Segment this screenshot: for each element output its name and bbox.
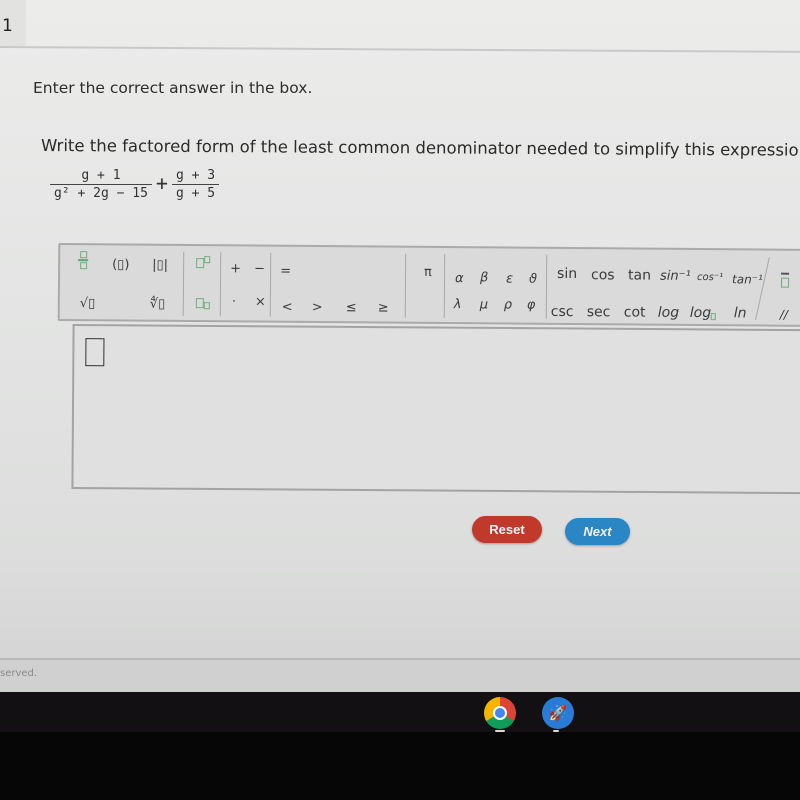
cos-button[interactable]: cos — [591, 267, 615, 283]
fraction-2: g + 3 g + 5 — [171, 168, 220, 201]
parentheses-button[interactable]: (▯) — [112, 257, 129, 272]
times-button[interactable]: × — [255, 295, 266, 310]
arccos-button[interactable]: cos⁻¹ — [697, 272, 723, 283]
toolbar-divider — [443, 254, 446, 319]
plus-button[interactable]: + — [230, 261, 241, 276]
alpha-button[interactable]: α — [455, 271, 464, 286]
answer-input-area[interactable] — [71, 324, 800, 495]
toolbar-divider — [182, 251, 185, 316]
os-shelf — [0, 692, 800, 732]
beta-button[interactable]: β — [480, 270, 488, 285]
minus-button[interactable]: − — [254, 262, 265, 277]
math-toolbar: (▯) |▯| √▯ ∜▯ + − · × = < > ≤ ≥ π α β ε … — [57, 243, 800, 327]
toolbar-divider — [755, 257, 770, 320]
log-base-button[interactable]: log — [689, 304, 717, 322]
log-base-label: log — [689, 304, 712, 322]
phi-button[interactable]: φ — [527, 298, 536, 313]
arctan-button[interactable]: tan⁻¹ — [732, 272, 763, 286]
superscript-button[interactable] — [196, 256, 211, 269]
toolbar-divider — [545, 254, 548, 319]
cot-button[interactable]: cot — [624, 304, 646, 320]
fraction-2-numerator: g + 3 — [175, 168, 216, 183]
sec-button[interactable]: sec — [587, 304, 611, 320]
next-button[interactable]: Next — [565, 518, 630, 545]
epsilon-button[interactable]: ε — [506, 272, 513, 287]
question-page: 1 Enter the correct answer in the box. W… — [0, 0, 800, 692]
csc-button[interactable]: csc — [551, 304, 574, 320]
theta-button[interactable]: ϑ — [529, 272, 537, 287]
lambda-button[interactable]: λ — [454, 297, 462, 312]
greater-than-button[interactable]: > — [312, 300, 323, 315]
fraction-1-denominator: g² + 2g − 15 — [50, 184, 152, 201]
instruction-text: Enter the correct answer in the box. — [33, 79, 313, 97]
equals-button[interactable]: = — [280, 264, 291, 279]
question-prompt: Write the factored form of the least com… — [40, 136, 800, 160]
rocket-app-icon[interactable]: 🚀 — [542, 697, 574, 729]
parallel-button[interactable]: // — [780, 308, 788, 322]
divider — [0, 46, 800, 53]
copyright-text: served. — [0, 668, 38, 679]
square-root-button[interactable]: √▯ — [80, 296, 96, 311]
question-number[interactable]: 1 — [0, 0, 26, 46]
pi-button[interactable]: π — [424, 265, 432, 280]
overline-button[interactable] — [780, 272, 790, 290]
fraction-2-denominator: g + 5 — [171, 184, 220, 201]
tan-button[interactable]: tan — [628, 267, 651, 283]
plus-operator: + — [155, 170, 168, 195]
toolbar-divider — [269, 252, 272, 317]
subscript-button[interactable] — [195, 296, 210, 310]
footer: served. — [0, 660, 800, 692]
absolute-value-button[interactable]: |▯| — [152, 258, 168, 273]
toolbar-divider — [404, 253, 407, 318]
fraction-1: g + 1 g² + 2g − 15 — [50, 168, 152, 201]
less-than-button[interactable]: < — [282, 300, 293, 315]
less-equal-button[interactable]: ≤ — [346, 300, 357, 315]
mu-button[interactable]: μ — [480, 297, 488, 312]
math-expression: g + 1 g² + 2g − 15 + g + 3 g + 5 — [50, 168, 220, 201]
sin-button[interactable]: sin — [557, 266, 577, 282]
rho-button[interactable]: ρ — [504, 298, 512, 313]
log-button[interactable]: log — [658, 305, 679, 321]
nth-root-button[interactable]: ∜▯ — [150, 297, 166, 312]
reset-button[interactable]: Reset — [472, 516, 542, 543]
screen-bezel — [0, 732, 800, 800]
dot-button[interactable]: · — [232, 294, 236, 309]
fraction-1-numerator: g + 1 — [81, 168, 121, 183]
arcsin-button[interactable]: sin⁻¹ — [660, 269, 691, 284]
answer-input[interactable] — [85, 338, 105, 367]
toolbar-divider — [219, 252, 222, 317]
chrome-icon[interactable] — [484, 697, 516, 729]
greater-equal-button[interactable]: ≥ — [378, 301, 389, 316]
fraction-button[interactable] — [78, 251, 89, 269]
ln-button[interactable]: ln — [734, 305, 747, 321]
